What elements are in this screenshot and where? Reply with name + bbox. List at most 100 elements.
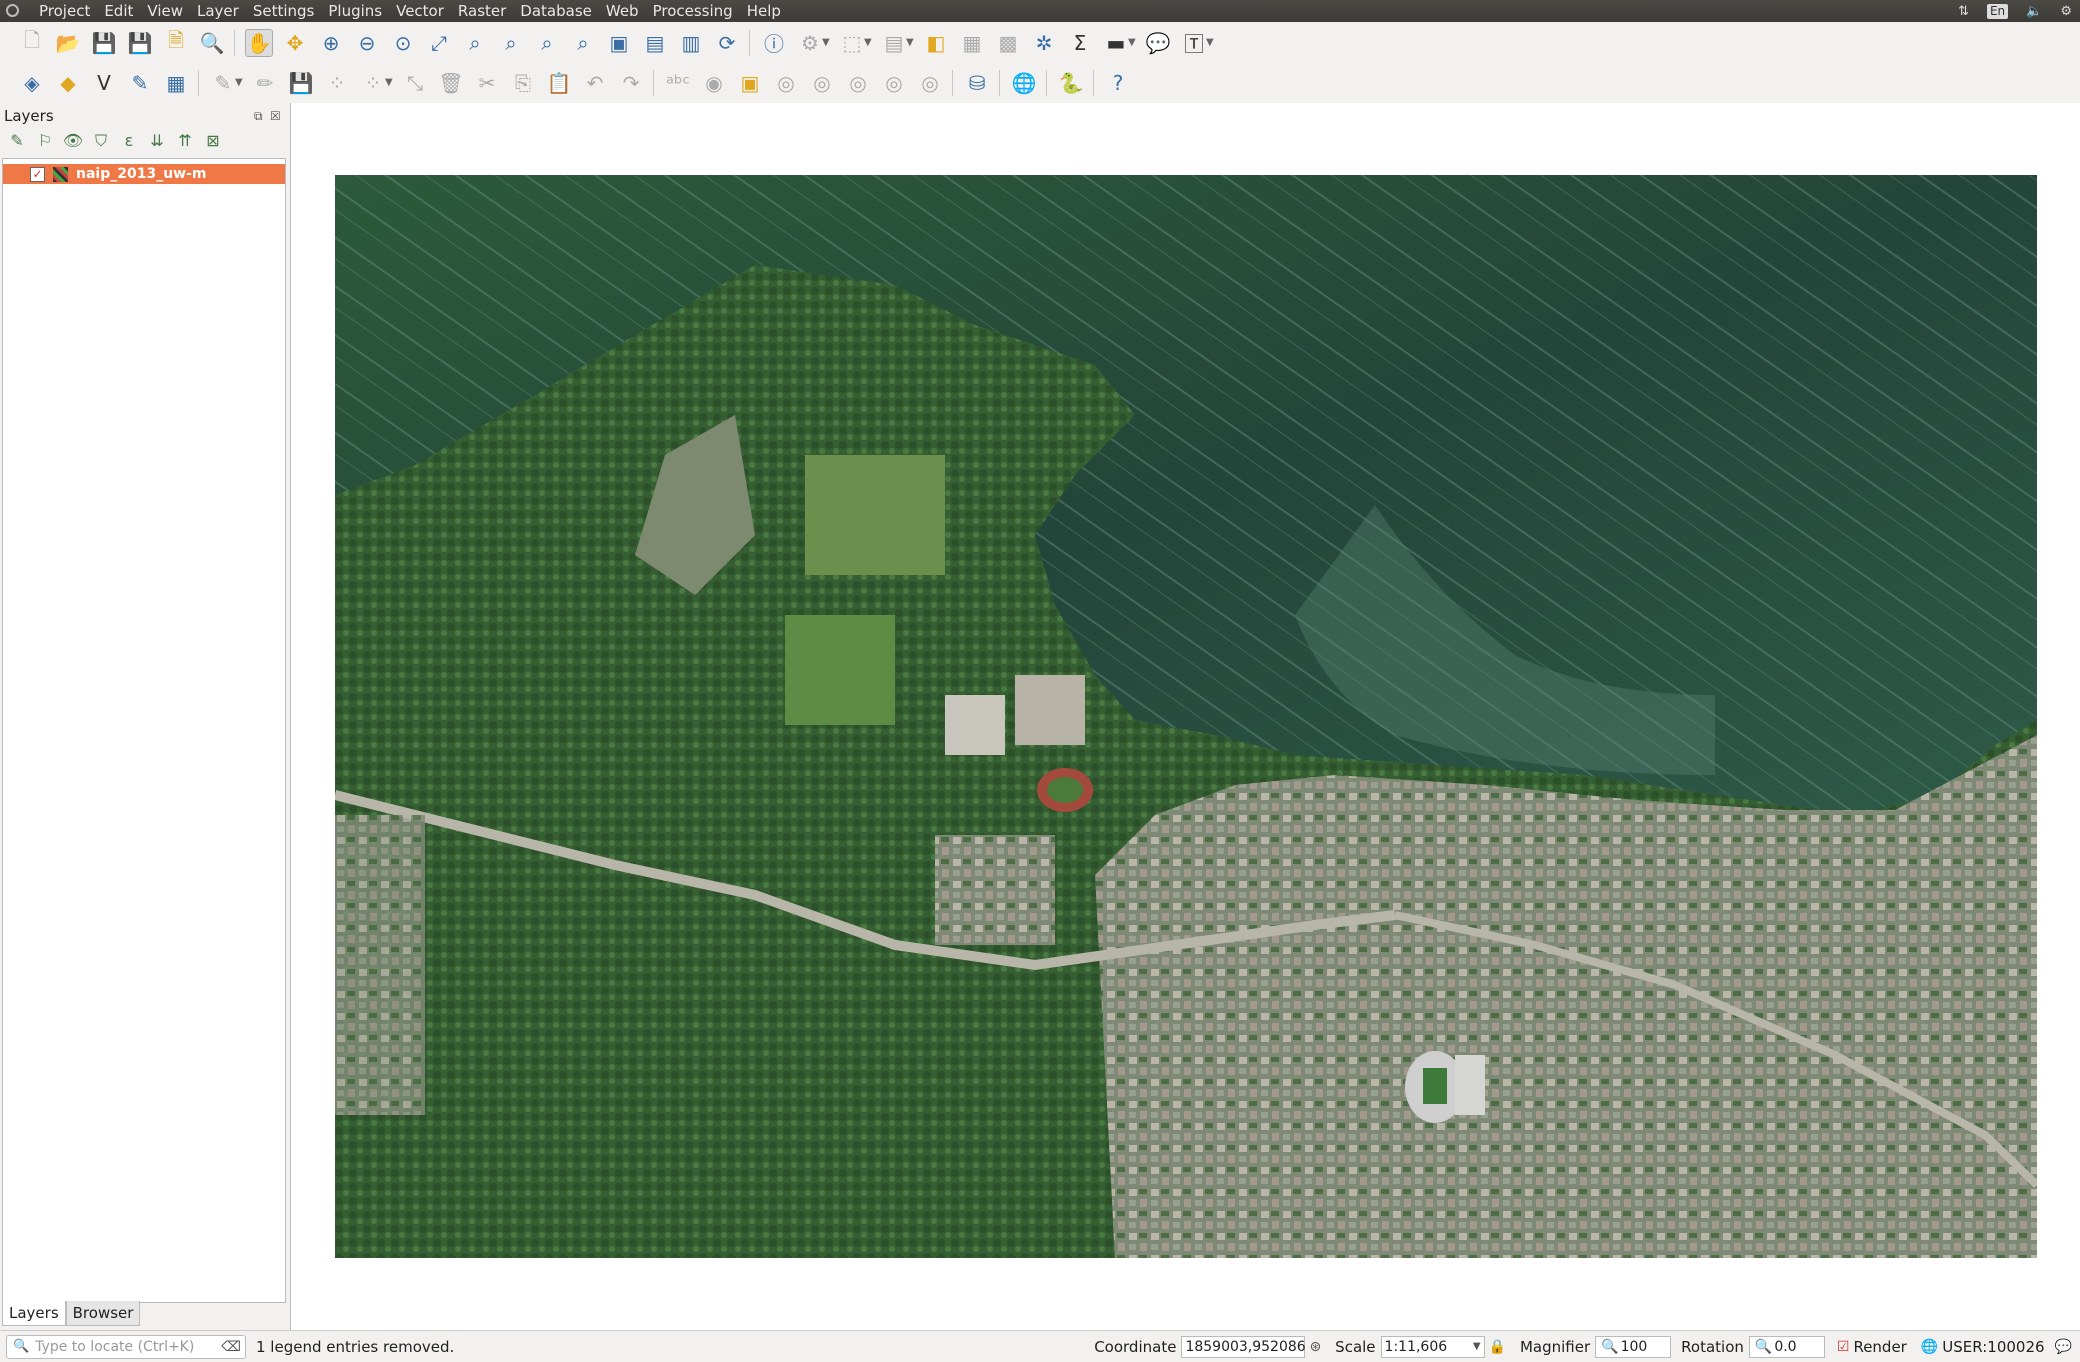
label-highlight-icon[interactable]: ▣ (736, 69, 764, 97)
menu-project[interactable]: Project (32, 0, 97, 22)
zoom-last-icon[interactable]: ⌕ (533, 29, 561, 57)
open-project-icon[interactable]: 📂 (54, 29, 82, 57)
chevron-down-icon[interactable]: ▼ (906, 37, 918, 48)
menu-view[interactable]: View (140, 0, 190, 22)
refresh-icon[interactable]: ⟳ (713, 29, 741, 57)
chevron-down-icon[interactable]: ▼ (822, 37, 834, 48)
chevron-down-icon[interactable]: ▼ (1206, 37, 1218, 48)
remove-layer-icon[interactable]: ⊠ (202, 131, 224, 151)
toggle-extents-icon[interactable]: ⊛ (1309, 1339, 1321, 1355)
db-manager-icon[interactable]: ⛁ (963, 69, 991, 97)
label-abc-icon[interactable]: ᵃᵇᶜ (664, 69, 692, 97)
select-by-value-icon[interactable]: ▤ (880, 29, 908, 57)
tab-browser[interactable]: Browser (65, 1301, 141, 1326)
data-source-manager-icon[interactable]: ◈ (18, 69, 46, 97)
crs-globe-icon[interactable]: 🌐 (1921, 1339, 1938, 1355)
pan-to-selection-icon[interactable]: ✥ (281, 29, 309, 57)
field-calculator-icon[interactable]: ▩ (994, 29, 1022, 57)
layer-visibility-checkbox[interactable]: ✓ (30, 166, 45, 182)
zoom-out-icon[interactable]: ⊖ (353, 29, 381, 57)
label-change-icon[interactable]: ◎ (880, 69, 908, 97)
print-composer-icon[interactable]: 🗎 (162, 28, 190, 57)
zoom-full-icon[interactable]: ⤢ (425, 29, 453, 57)
measure-line-icon[interactable]: ▬ (1102, 29, 1130, 57)
manage-themes-icon[interactable]: 👁 (62, 131, 84, 151)
edit-pencil-icon[interactable]: ✏ (251, 69, 279, 97)
zoom-in-icon[interactable]: ⊕ (317, 29, 345, 57)
menu-raster[interactable]: Raster (451, 0, 513, 22)
new-map-view-icon[interactable]: ▣ (605, 29, 633, 57)
coordinate-field[interactable]: 1859003,952086 (1181, 1335, 1306, 1358)
help-icon[interactable]: ? (1104, 69, 1132, 97)
save-as-icon[interactable]: 💾 (126, 29, 154, 57)
menu-database[interactable]: Database (513, 0, 599, 22)
menu-settings[interactable]: Settings (246, 0, 322, 22)
menu-help[interactable]: Help (740, 0, 788, 22)
deselect-all-icon[interactable]: ◧ (922, 29, 950, 57)
vertex-tool-icon[interactable]: ⁘ (359, 69, 387, 97)
move-feature-icon[interactable]: ⤡ (401, 69, 429, 97)
add-wms-icon[interactable]: ▦ (162, 69, 190, 97)
label-properties-icon[interactable]: ◎ (916, 69, 944, 97)
close-panel-icon[interactable]: ☒ (270, 109, 281, 123)
zoom-to-selection-icon[interactable]: ⌕ (461, 29, 489, 57)
keyboard-language[interactable]: En (1986, 3, 2009, 19)
clear-input-icon[interactable]: ⌫ (221, 1339, 241, 1355)
lock-scale-icon[interactable]: 🔒 (1489, 1339, 1506, 1355)
new-geopackage-icon[interactable]: ◆ (54, 69, 82, 97)
action-icon[interactable]: ⚙ (796, 29, 824, 57)
locator-search-input[interactable]: 🔍 Type to locate (Ctrl+K) ⌫ (6, 1334, 246, 1359)
save-edits-icon[interactable]: 💾 (287, 69, 315, 97)
label-move-icon[interactable]: ◎ (808, 69, 836, 97)
zoom-next-icon[interactable]: ⌕ (569, 29, 597, 57)
zoom-to-layer-icon[interactable]: ⌕ (497, 29, 525, 57)
menu-layer[interactable]: Layer (190, 0, 246, 22)
tab-layers[interactable]: Layers (2, 1301, 66, 1326)
rotation-field[interactable]: 🔍 0.0 (1748, 1335, 1825, 1358)
layer-row-naip[interactable]: ✓ naip_2013_uw-m (3, 164, 285, 184)
copy-features-icon[interactable]: ⎘ (509, 69, 537, 97)
python-console-icon[interactable]: 🐍 (1057, 69, 1085, 97)
magnifier-field[interactable]: 🔍 100 (1595, 1335, 1672, 1358)
chevron-down-icon[interactable]: ▼ (235, 77, 247, 88)
cut-features-icon[interactable]: ✂ (473, 69, 501, 97)
style-layer-icon[interactable]: ✎ (6, 131, 28, 151)
menu-plugins[interactable]: Plugins (321, 0, 389, 22)
expand-all-icon[interactable]: ⇊ (146, 131, 168, 151)
chevron-down-icon[interactable]: ▼ (864, 37, 876, 48)
new-bookmark-icon[interactable]: ▤ (641, 29, 669, 57)
select-features-icon[interactable]: ⬚ (838, 29, 866, 57)
identify-features-icon[interactable]: ⓘ (760, 29, 788, 57)
menu-vector[interactable]: Vector (389, 0, 451, 22)
messages-icon[interactable]: 💬 (2055, 1339, 2072, 1355)
save-project-icon[interactable]: 💾 (90, 29, 118, 57)
network-icon[interactable]: ⇅ (1958, 4, 1969, 19)
settings-gear-icon[interactable]: ⚙ (2060, 4, 2072, 19)
label-pin-icon[interactable]: ◉ (700, 69, 728, 97)
scale-combobox[interactable]: 1:11,606 ▼ (1380, 1335, 1485, 1358)
chevron-down-icon[interactable]: ▼ (385, 77, 397, 88)
plugin-globe-icon[interactable]: 🌐 (1010, 69, 1038, 97)
label-show-hide-icon[interactable]: ◎ (772, 69, 800, 97)
new-project-icon[interactable]: 🗋 (18, 28, 46, 57)
add-feature-icon[interactable]: ⁘ (323, 69, 351, 97)
filter-expression-icon[interactable]: ε (118, 131, 140, 151)
menu-web[interactable]: Web (599, 0, 646, 22)
crs-label[interactable]: USER:100026 (1942, 1338, 2044, 1356)
map-tips-icon[interactable]: 💬 (1144, 29, 1172, 57)
zoom-native-icon[interactable]: ⊙ (389, 29, 417, 57)
redo-icon[interactable]: ↷ (617, 69, 645, 97)
toggle-editing-icon[interactable]: ✎ (209, 69, 237, 97)
pan-map-icon[interactable]: ✋ (245, 28, 273, 57)
menu-edit[interactable]: Edit (97, 0, 140, 22)
new-shapefile-icon[interactable]: V (90, 69, 118, 97)
app-menu-icon[interactable] (6, 4, 19, 17)
map-canvas[interactable] (290, 103, 2080, 1330)
composer-manager-icon[interactable]: 🔍 (198, 29, 226, 57)
collapse-all-icon[interactable]: ⇈ (174, 131, 196, 151)
undo-icon[interactable]: ↶ (581, 69, 609, 97)
menu-processing[interactable]: Processing (646, 0, 740, 22)
add-group-icon[interactable]: ⚐ (34, 131, 56, 151)
toolbox-gear-icon[interactable]: ✲ (1030, 29, 1058, 57)
delete-selected-icon[interactable]: 🗑 (437, 69, 465, 97)
